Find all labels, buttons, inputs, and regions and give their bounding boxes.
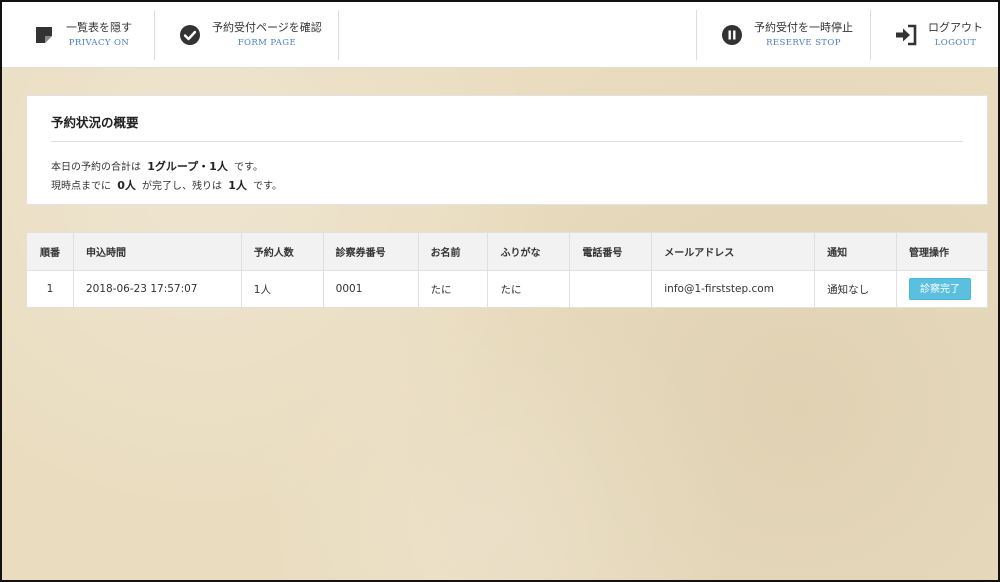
col-header-card-no: 診察券番号	[322, 232, 419, 271]
form-page-button[interactable]: 予約受付ページを確認 Form Page	[178, 10, 322, 60]
cell-time: 2018-06-23 17:57:07	[72, 270, 242, 308]
cell-name: たに	[417, 270, 489, 308]
summary-total-prefix: 本日の予約の合計は	[51, 162, 141, 173]
note-icon	[32, 23, 56, 47]
summary-panel: 予約状況の概要 本日の予約の合計は 1グループ・1人 です。 現時点までに 0人…	[26, 95, 988, 205]
privacy-label-en: Privacy ON	[68, 38, 130, 48]
cell-action: 診察完了	[896, 270, 988, 308]
col-header-email: メールアドレス	[651, 232, 816, 271]
summary-title: 予約状況の概要	[51, 115, 139, 130]
table-header-row: 順番 申込時間 予約人数 診察券番号 お名前 ふりがな 電話番号 メールアドレス…	[26, 232, 988, 271]
reservation-table: 順番 申込時間 予約人数 診察券番号 お名前 ふりがな 電話番号 メールアドレス…	[26, 232, 988, 308]
col-header-people: 予約人数	[240, 232, 324, 271]
col-header-name: お名前	[417, 232, 489, 271]
logout-button[interactable]: ログアウト Logout	[894, 10, 983, 60]
summary-total-value: 1グループ・1人	[147, 160, 228, 173]
summary-total-suffix: です。	[234, 162, 264, 173]
toolbar-divider	[870, 10, 871, 60]
form-page-label-jp: 予約受付ページを確認	[212, 21, 322, 34]
cell-phone	[569, 270, 653, 308]
summary-total-line: 本日の予約の合計は 1グループ・1人 です。	[51, 158, 263, 174]
col-header-notify: 通知	[814, 232, 897, 271]
table-row: 1 2018-06-23 17:57:07 1人 0001 たに たに info…	[26, 270, 988, 308]
sign-out-icon	[894, 23, 918, 47]
form-page-label-en: Form Page	[237, 38, 297, 48]
cell-people: 1人	[240, 270, 324, 308]
col-header-phone: 電話番号	[569, 232, 653, 271]
summary-progress-middle: が完了し、残りは	[142, 181, 223, 192]
logout-label-en: Logout	[934, 38, 977, 48]
summary-progress-suffix: です。	[253, 181, 283, 192]
pause-circle-icon	[720, 23, 744, 47]
cell-furigana: たに	[487, 270, 571, 308]
cell-email: info@1-firststep.com	[651, 270, 816, 308]
toolbar-divider	[338, 10, 339, 60]
reserve-stop-label-en: Reserve Stop	[766, 38, 841, 48]
col-header-furigana: ふりがな	[487, 232, 571, 271]
col-header-order: 順番	[26, 232, 74, 271]
logout-label-jp: ログアウト	[928, 21, 983, 34]
check-circle-icon	[178, 23, 202, 47]
app-frame: 一覧表を隠す Privacy ON 予約受付ページを確認 Form Page	[0, 0, 1000, 582]
privacy-toggle-button[interactable]: 一覧表を隠す Privacy ON	[32, 10, 132, 60]
summary-done-value: 0人	[117, 179, 136, 192]
summary-remaining-value: 1人	[228, 179, 247, 192]
cell-order: 1	[26, 270, 74, 308]
summary-progress-line: 現時点までに 0人 が完了し、残りは 1人 です。	[51, 177, 282, 193]
toolbar-divider	[154, 10, 155, 60]
summary-divider	[51, 141, 963, 142]
top-toolbar: 一覧表を隠す Privacy ON 予約受付ページを確認 Form Page	[2, 2, 998, 68]
summary-progress-prefix: 現時点までに	[51, 181, 111, 192]
col-header-action: 管理操作	[896, 232, 988, 271]
cell-card-no: 0001	[322, 270, 419, 308]
complete-exam-button[interactable]: 診察完了	[909, 278, 971, 300]
cell-notify: 通知なし	[814, 270, 897, 308]
reserve-stop-button[interactable]: 予約受付を一時停止 Reserve Stop	[720, 10, 853, 60]
col-header-time: 申込時間	[72, 232, 242, 271]
reserve-stop-label-jp: 予約受付を一時停止	[754, 21, 853, 34]
toolbar-divider	[696, 10, 697, 60]
privacy-label-jp: 一覧表を隠す	[66, 21, 132, 34]
